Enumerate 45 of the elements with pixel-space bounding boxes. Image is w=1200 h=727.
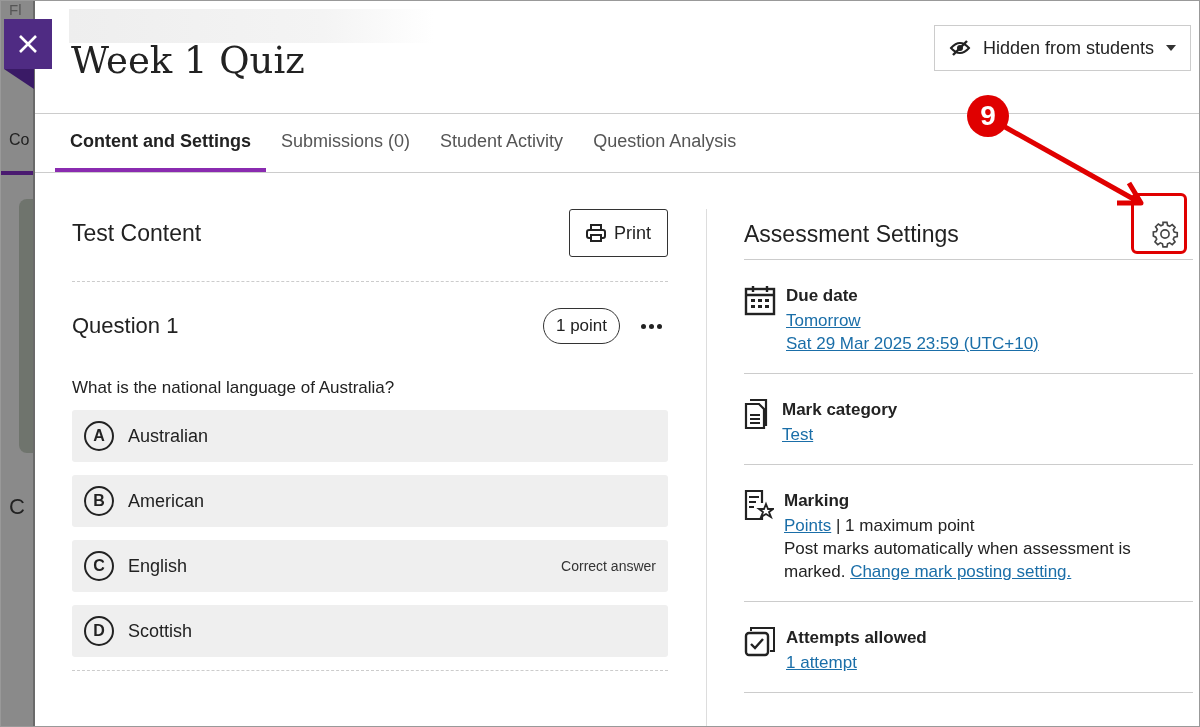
setting-title: Due date xyxy=(786,285,859,307)
question-title: Question 1 xyxy=(72,313,180,339)
setting-link[interactable]: Points xyxy=(784,516,832,535)
printer-icon xyxy=(586,224,606,242)
checkbox-stack-icon xyxy=(744,626,776,658)
caret-icon xyxy=(1166,45,1176,51)
calendar-icon xyxy=(744,284,776,316)
option-text: English xyxy=(128,555,189,577)
tab[interactable]: Submissions (0) xyxy=(266,114,426,172)
setting-text: Points | 1 maximum point xyxy=(784,516,975,535)
page-title: Week 1 Quiz xyxy=(71,39,306,82)
setting-text: Post marks automatically when assessment is marked. Change mark posting setting. xyxy=(784,539,1131,581)
option-text: Scottish xyxy=(128,620,194,642)
option-text: American xyxy=(128,490,206,512)
setting-title: Marking xyxy=(784,490,851,512)
background-text: Co xyxy=(9,131,30,149)
setting-title: Attempts allowed xyxy=(786,627,927,649)
option-letter: D xyxy=(84,616,114,646)
rubric-star-icon xyxy=(744,489,774,521)
tab[interactable]: Question Analysis xyxy=(578,114,752,172)
option-text: Australian xyxy=(128,425,210,447)
question-text: What is the national language of Australia? xyxy=(72,378,396,398)
setting-link[interactable]: Change mark posting setting. xyxy=(850,562,1072,581)
highlight-frame xyxy=(1131,193,1187,254)
setting-link[interactable]: 1 attempt xyxy=(786,653,857,672)
setting-link[interactable]: Tomorrow xyxy=(786,311,861,330)
section-title: Test Content xyxy=(72,219,202,247)
close-icon xyxy=(18,34,38,54)
setting-title: Mark category xyxy=(782,399,898,421)
correct-answer-label: Correct answer xyxy=(561,558,656,574)
hidden-eye-icon xyxy=(948,40,971,56)
option-letter: A xyxy=(84,421,114,451)
settings-icon xyxy=(1151,219,1179,249)
visibility-dropdown[interactable]: Hidden from students xyxy=(933,25,1191,71)
close-button[interactable] xyxy=(4,19,52,69)
option-letter: C xyxy=(84,551,114,581)
setting-link[interactable]: Sat 29 Mar 2025 23:59 (UTC+10) xyxy=(786,334,1039,353)
setting-link[interactable]: Test xyxy=(782,425,814,444)
section-title: Assessment Settings xyxy=(744,220,959,248)
tab[interactable]: Student Activity xyxy=(425,114,579,172)
ribbon-fold xyxy=(4,69,34,89)
option-letter: B xyxy=(84,486,114,516)
print-button[interactable]: Print xyxy=(569,209,668,257)
background-text: C xyxy=(9,494,25,520)
tab[interactable]: Content and Settings xyxy=(55,114,266,172)
